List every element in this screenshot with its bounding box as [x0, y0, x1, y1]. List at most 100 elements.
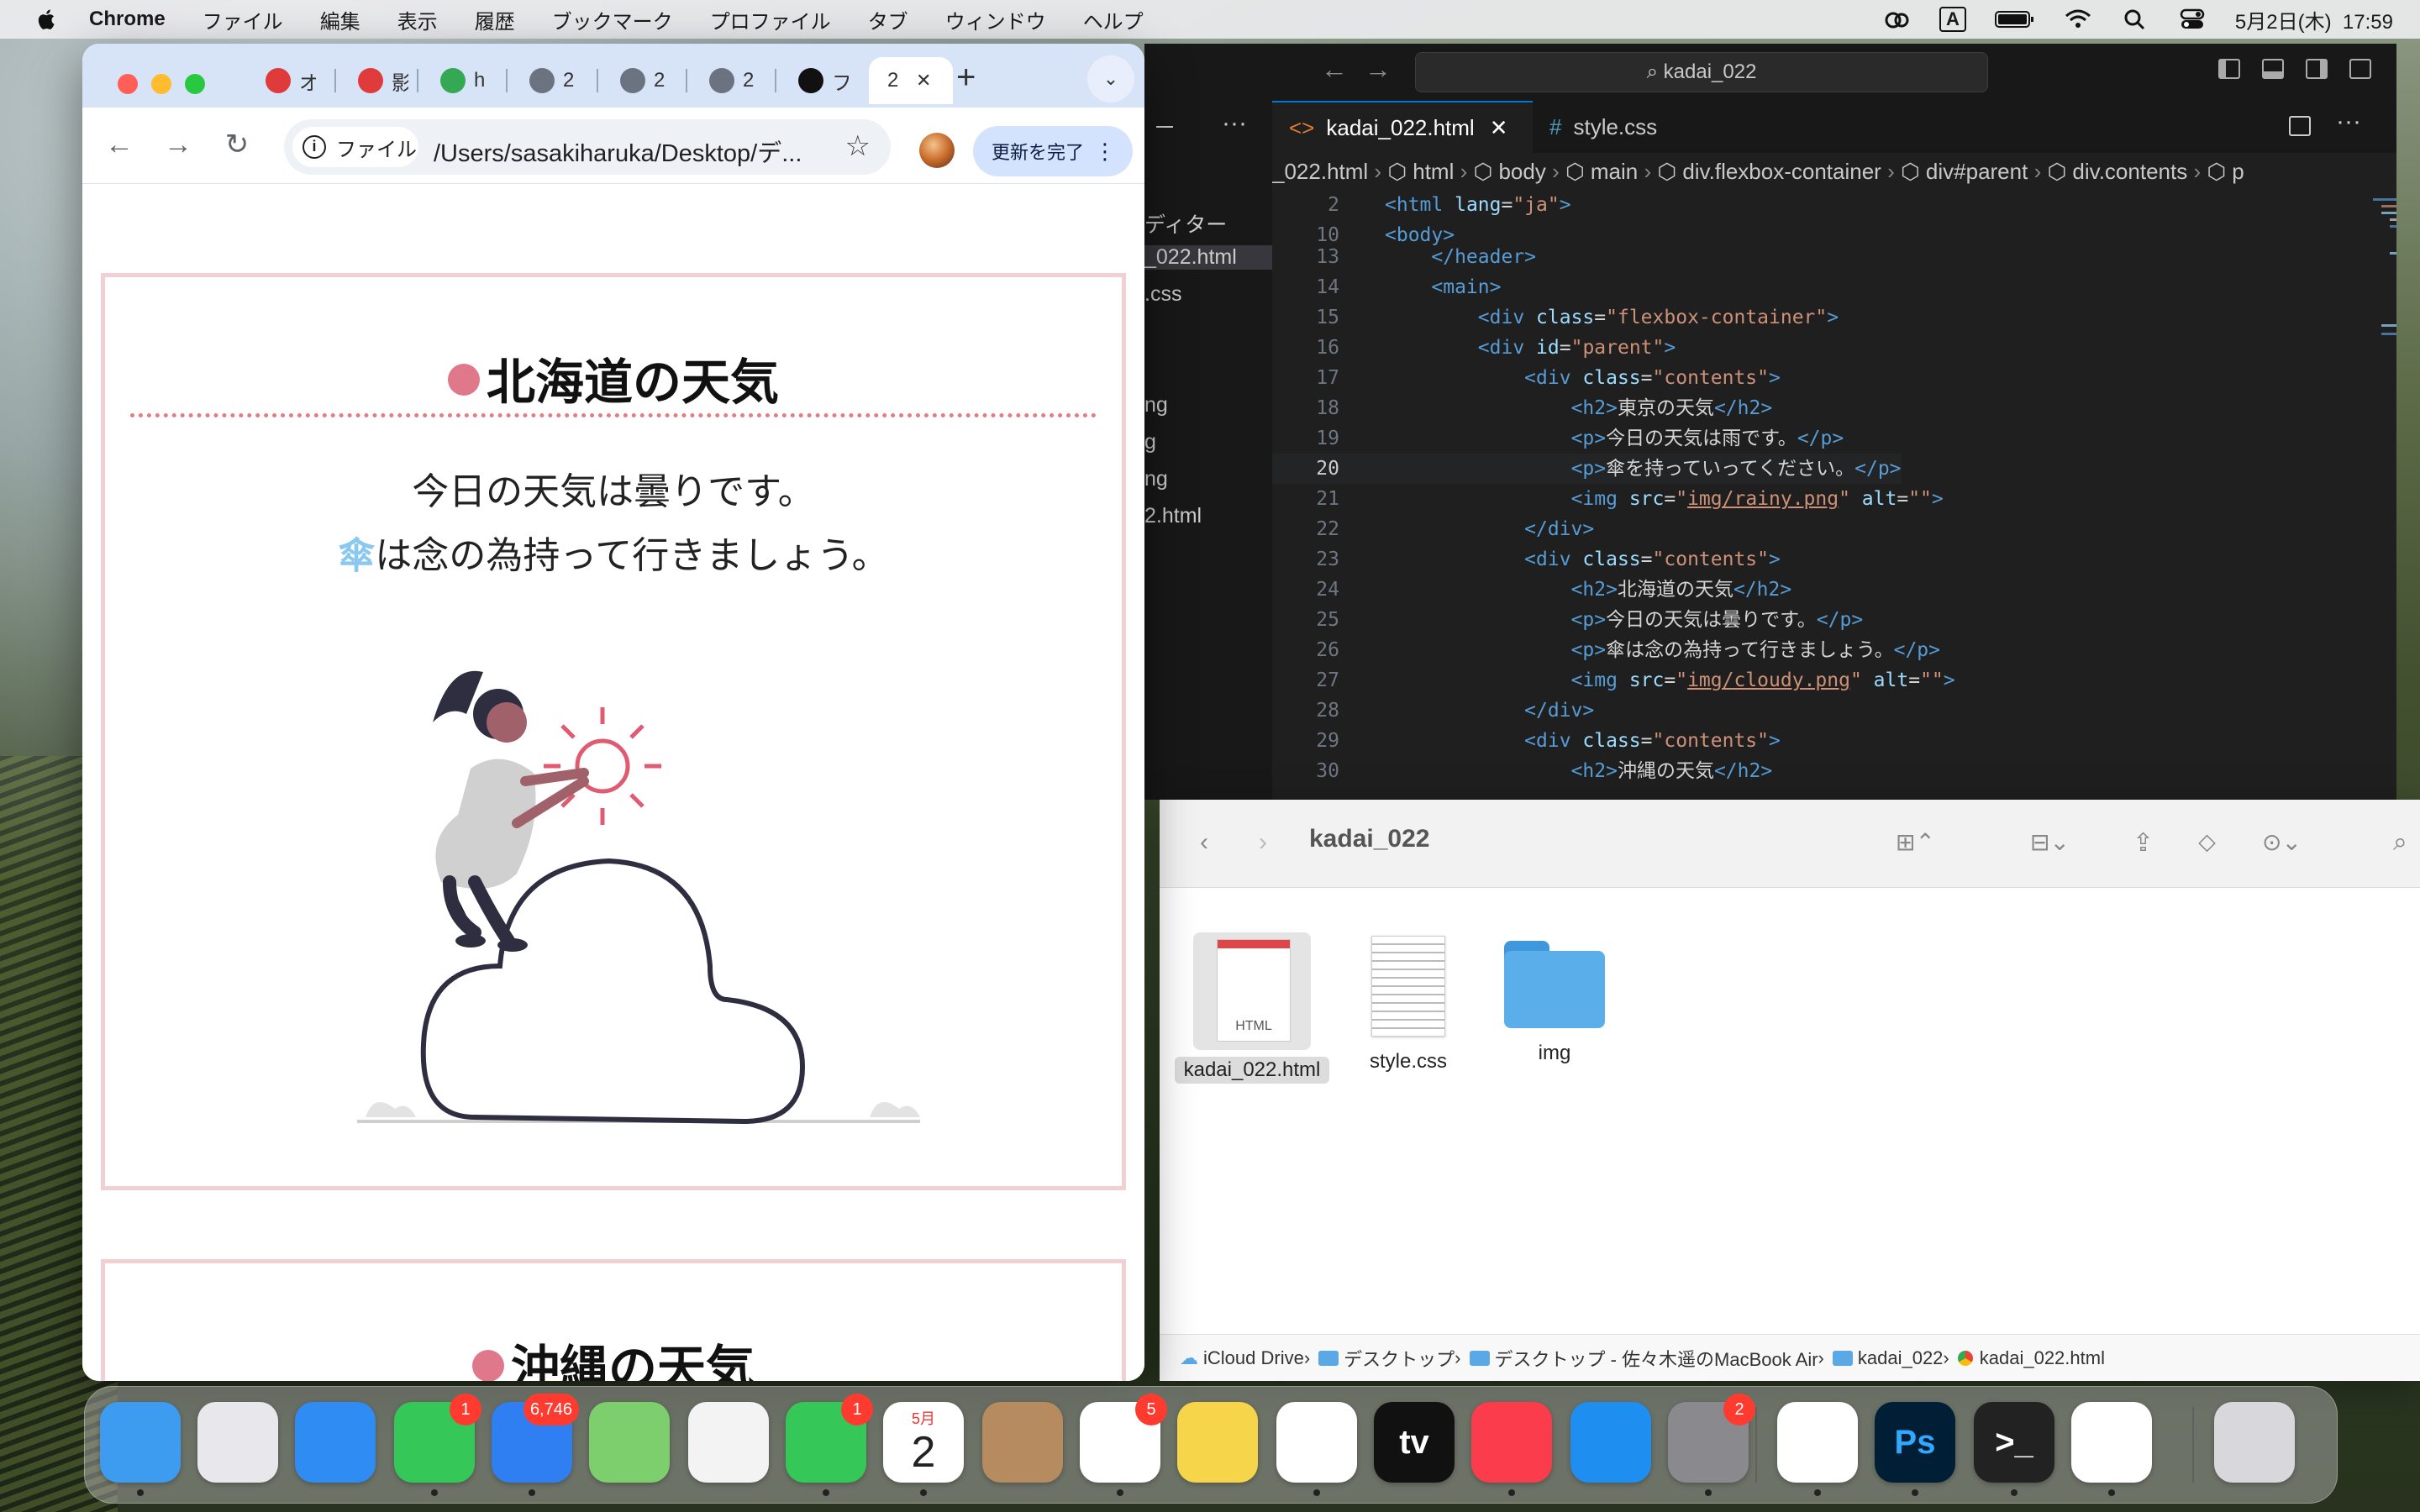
explorer-file-html[interactable]: _022.html: [1144, 245, 1272, 270]
folder-img[interactable]: img: [1496, 932, 1613, 1065]
toggle-primary-sidebar-icon[interactable]: [2218, 59, 2240, 79]
minimize-window-button[interactable]: [151, 74, 171, 94]
maps-icon[interactable]: [589, 1402, 670, 1483]
browser-tab[interactable]: 2: [691, 57, 780, 104]
back-chevron-icon[interactable]: ‹: [1200, 828, 1208, 857]
bookmark-star-icon[interactable]: ☆: [845, 129, 871, 163]
url-text[interactable]: /Users/sasakiharuka/Desktop/デ...: [434, 134, 803, 169]
new-tab-button[interactable]: +: [956, 59, 976, 97]
menu-bookmarks[interactable]: ブックマーク: [552, 5, 673, 34]
trash-icon[interactable]: [2214, 1402, 2295, 1483]
close-tab-icon[interactable]: ✕: [1490, 115, 1508, 141]
zoom-window-button[interactable]: [185, 74, 205, 94]
forward-arrow-icon[interactable]: →: [1365, 54, 1392, 85]
apple-menu-icon[interactable]: [35, 8, 55, 31]
notes-icon[interactable]: [1177, 1402, 1258, 1483]
share-icon[interactable]: ⇪: [2133, 828, 2154, 858]
menu-app-name[interactable]: Chrome: [89, 8, 166, 31]
spotlight-search-icon[interactable]: [2121, 8, 2149, 30]
mail-icon[interactable]: 6,746: [492, 1394, 579, 1483]
editor-more-actions-icon[interactable]: ···: [2336, 108, 2361, 136]
breadcrumb-parent[interactable]: div#parent: [1926, 159, 2028, 184]
explorer-file-png-3[interactable]: ng: [1144, 467, 1168, 491]
terminal-icon[interactable]: >_: [1974, 1402, 2054, 1483]
minimap[interactable]: [2373, 190, 2396, 425]
menu-tab[interactable]: タブ: [868, 5, 908, 34]
calendar-icon[interactable]: 5月 2: [883, 1402, 964, 1483]
system-settings-icon[interactable]: 2: [1668, 1394, 1755, 1483]
browser-tab[interactable]: オ: [247, 57, 336, 104]
safari-icon[interactable]: [295, 1402, 376, 1483]
browser-tab[interactable]: フ: [780, 57, 869, 104]
breadcrumb-contents[interactable]: div.contents: [2072, 159, 2187, 184]
browser-tab[interactable]: 影: [339, 57, 429, 104]
close-tab-icon[interactable]: ✕: [916, 70, 931, 92]
path-item[interactable]: デスクトップ: [1344, 1345, 1455, 1372]
breadcrumb-main[interactable]: main: [1591, 159, 1638, 184]
menu-window[interactable]: ウィンドウ: [945, 5, 1046, 34]
menu-profiles[interactable]: プロファイル: [710, 5, 831, 34]
wifi-icon[interactable]: [2064, 8, 2092, 30]
chrome-icon[interactable]: [1777, 1402, 1858, 1483]
browser-tab[interactable]: h: [422, 57, 511, 104]
menu-view[interactable]: 表示: [397, 5, 438, 34]
photoshop-icon[interactable]: Ps: [1875, 1402, 1955, 1483]
path-item[interactable]: kadai_022.html: [1980, 1347, 2105, 1369]
file-style-css[interactable]: style.css: [1349, 932, 1467, 1074]
finder-icon[interactable]: [100, 1402, 181, 1483]
explorer-file-png-2[interactable]: g: [1144, 430, 1156, 454]
view-grid-icon[interactable]: ⊞⌃: [1896, 828, 1935, 856]
apple-tv-icon[interactable]: tv: [1374, 1402, 1455, 1483]
path-item[interactable]: kadai_022: [1858, 1347, 1944, 1369]
music-icon[interactable]: [1471, 1402, 1552, 1483]
app-store-icon[interactable]: [1570, 1402, 1651, 1483]
more-actions-icon[interactable]: ···: [1222, 109, 1247, 138]
profile-avatar[interactable]: [919, 133, 955, 168]
freeform-icon[interactable]: [1276, 1402, 1357, 1483]
browser-tab[interactable]: 2: [602, 57, 691, 104]
more-options-icon[interactable]: ⊙⌄: [2262, 828, 2302, 856]
reminders-icon[interactable]: 5: [1080, 1394, 1167, 1483]
breadcrumb-html[interactable]: html: [1413, 159, 1454, 184]
tab-search-button[interactable]: ⌄: [1087, 55, 1134, 102]
vscode-icon[interactable]: [2071, 1402, 2152, 1483]
breadcrumb-flexbox[interactable]: div.flexbox-container: [1682, 159, 1881, 184]
group-by-icon[interactable]: ⊟⌄: [2030, 828, 2070, 856]
file-kadai-html[interactable]: HTML kadai_022.html: [1175, 932, 1329, 1084]
creative-cloud-icon[interactable]: [1882, 8, 1911, 30]
address-bar[interactable]: i ファイル /Users/sasakiharuka/Desktop/デ... …: [284, 119, 891, 175]
editor-tab-html[interactable]: <> kadai_022.html ✕: [1272, 101, 1533, 153]
explorer-file-html-2[interactable]: 2.html: [1144, 504, 1202, 528]
menu-edit[interactable]: 編集: [320, 5, 360, 34]
breadcrumb-file[interactable]: _022.html: [1272, 159, 1368, 184]
menu-help[interactable]: ヘルプ: [1083, 5, 1144, 34]
back-arrow-icon[interactable]: ←: [1321, 54, 1348, 85]
menu-file[interactable]: ファイル: [203, 5, 283, 34]
forward-arrow-icon[interactable]: →: [161, 128, 195, 161]
toggle-secondary-sidebar-icon[interactable]: [2306, 59, 2328, 79]
path-item[interactable]: デスクトップ - 佐々木遥のMacBook Air: [1495, 1345, 1818, 1372]
finder-search-icon[interactable]: ⌕: [2393, 828, 2407, 857]
back-arrow-icon[interactable]: ←: [103, 128, 136, 161]
contacts-icon[interactable]: [982, 1402, 1063, 1483]
reload-icon[interactable]: ↻: [220, 128, 254, 161]
battery-icon[interactable]: [1994, 8, 2035, 30]
command-center-search[interactable]: ⌕ kadai_022: [1415, 52, 1988, 92]
launchpad-icon[interactable]: [197, 1402, 278, 1483]
tag-icon[interactable]: ⬦: [2198, 828, 2216, 857]
close-window-button[interactable]: [118, 74, 138, 94]
messages-icon[interactable]: 1: [394, 1394, 481, 1483]
browser-tab[interactable]: 2: [511, 57, 600, 104]
menu-history[interactable]: 履歴: [475, 5, 515, 34]
explorer-file-css[interactable]: .css: [1144, 282, 1181, 307]
editor-tab-css[interactable]: # style.css: [1533, 101, 1701, 153]
path-item[interactable]: iCloud Drive: [1203, 1347, 1304, 1369]
code-editor[interactable]: 2 <html lang="ja"> 10 <body> 13 </header> 14 …: [1272, 190, 2396, 800]
browser-tab[interactable]: 2 ✕: [869, 57, 953, 104]
control-center-icon[interactable]: [2178, 8, 2207, 30]
explorer-file-png-1[interactable]: ng: [1144, 393, 1168, 417]
explorer-section-header[interactable]: ディター: [1144, 208, 1227, 239]
breadcrumb-p[interactable]: p: [2232, 159, 2244, 184]
site-info-chip[interactable]: i ファイル: [292, 127, 418, 167]
photos-icon[interactable]: [688, 1402, 769, 1483]
